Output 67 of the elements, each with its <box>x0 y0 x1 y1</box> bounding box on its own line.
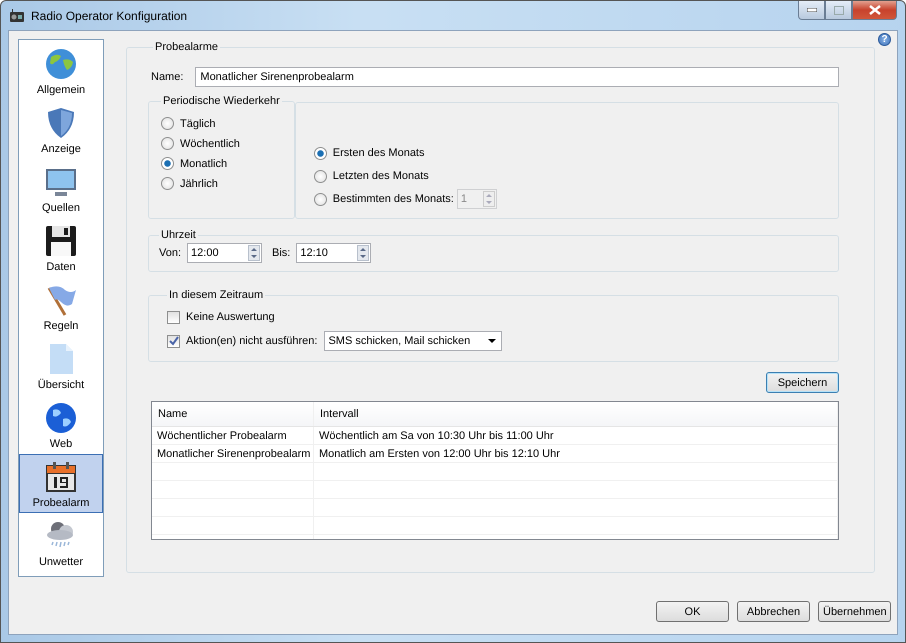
time-spinner[interactable]: 12:10 <box>296 243 372 263</box>
calendar-icon <box>45 461 77 493</box>
sidebar-item[interactable]: Quellen <box>19 159 103 218</box>
radio-option[interactable]: Täglich <box>161 117 282 130</box>
radio-button[interactable] <box>314 170 327 182</box>
sidebar-item[interactable]: Daten <box>19 218 103 277</box>
minimize-button[interactable] <box>798 1 825 20</box>
checkbox[interactable] <box>167 334 180 348</box>
checkbox-option[interactable]: Aktion(en) nicht ausführen: <box>167 334 318 348</box>
sidebar-item[interactable]: Allgemein <box>19 41 103 100</box>
radio-button[interactable] <box>161 177 174 190</box>
radio-option[interactable]: Wöchentlich <box>161 137 282 150</box>
sidebar-item[interactable]: Web <box>19 395 103 454</box>
checkmark-icon <box>168 336 178 346</box>
sidebar-item[interactable]: Unwetter <box>19 513 103 572</box>
table-cell: Monatlich am Ersten von 12:00 Uhr bis 12:10 Uhr <box>314 445 838 462</box>
sidebar-item[interactable]: Probealarm <box>19 454 103 513</box>
table-cell: Monatlicher Sirenenprobealarm <box>152 445 314 462</box>
flag-icon <box>45 284 77 316</box>
group-title: Periodische Wiederkehr <box>162 95 281 107</box>
sidebar-item[interactable]: Anzeige <box>19 100 103 159</box>
radio-button[interactable] <box>161 117 174 130</box>
time-spinner[interactable]: 12:00 <box>187 243 262 263</box>
monitor-icon <box>45 166 77 198</box>
shield-icon <box>45 107 77 139</box>
spinner-arrows-icon <box>482 191 495 207</box>
maximize-button[interactable] <box>825 1 852 20</box>
radio-option[interactable]: Ersten des Monats <box>314 146 424 160</box>
minimize-icon <box>806 8 816 12</box>
dialog-button[interactable]: Übernehmen <box>818 601 891 622</box>
sidebar-item[interactable]: Übersicht <box>19 336 103 395</box>
to-label: Bis: <box>272 247 290 259</box>
spinner-arrows-icon <box>357 245 370 261</box>
group-title: Probealarme <box>154 41 219 53</box>
name-label: Name: <box>151 71 184 83</box>
column-header[interactable]: Name <box>152 402 314 426</box>
radio-option[interactable]: Monatlich <box>161 157 282 170</box>
sidebar-item[interactable]: Regeln <box>19 277 103 336</box>
table-cell: Wöchentlicher Probealarm <box>152 427 314 444</box>
group-title: In diesem Zeitraum <box>168 289 264 301</box>
radio-button[interactable] <box>314 192 327 206</box>
close-icon <box>868 5 880 15</box>
table-cell: Wöchentlich am Sa von 10:30 Uhr bis 11:00 Uhr <box>314 427 838 444</box>
name-field[interactable]: Monatlicher Sirenenprobealarm <box>195 67 839 87</box>
column-header[interactable]: Intervall <box>314 402 838 426</box>
globe-icon <box>45 48 77 80</box>
radio-option[interactable]: Letzten des Monats <box>314 170 429 182</box>
radio-button[interactable] <box>314 146 327 160</box>
checkbox[interactable] <box>167 310 180 324</box>
dropdown-arrow-icon <box>488 339 496 343</box>
checkbox-option[interactable]: Keine Auswertung <box>167 310 275 324</box>
save-button[interactable]: Speichern <box>766 372 839 393</box>
radio-button[interactable] <box>161 157 174 170</box>
maximize-icon <box>834 6 844 14</box>
dialog-button[interactable]: Abbrechen <box>737 601 810 622</box>
spinner-arrows-icon <box>248 245 260 261</box>
radio-option[interactable]: Jährlich <box>161 177 282 190</box>
radio-button[interactable] <box>161 137 174 150</box>
close-button[interactable] <box>852 1 897 20</box>
globe-icon <box>45 402 77 434</box>
actions-dropdown[interactable]: SMS schicken, Mail schicken <box>324 331 502 351</box>
window-title: Radio Operator Konfiguration <box>31 8 188 22</box>
from-label: Von: <box>159 247 182 259</box>
radio-option[interactable]: Bestimmten des Monats: <box>314 192 454 206</box>
radio-icon <box>9 8 25 24</box>
group-title: Uhrzeit <box>160 229 197 241</box>
dialog-button[interactable]: OK <box>656 601 729 622</box>
